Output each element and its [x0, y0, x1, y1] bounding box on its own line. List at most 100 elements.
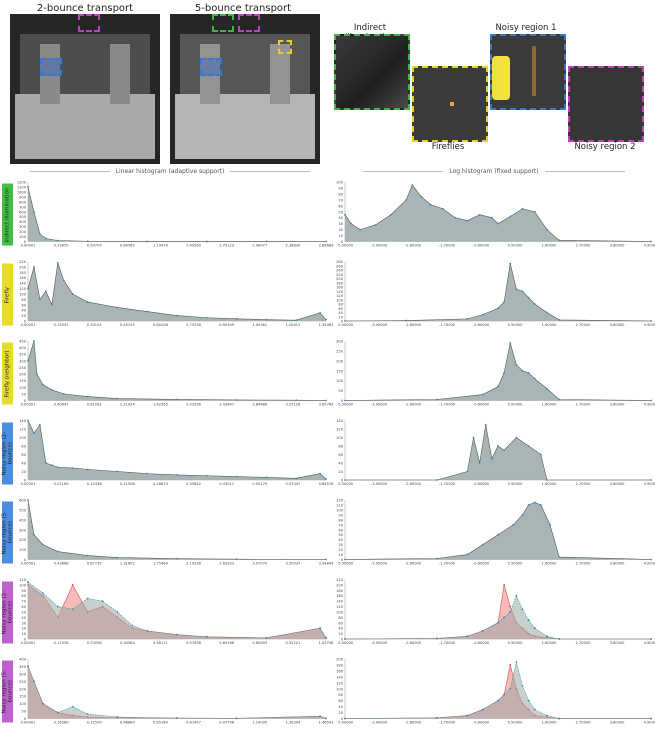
y-tick-label: 70: [21, 600, 26, 604]
y-tick-label: 80: [338, 693, 343, 697]
data-point: [56, 239, 59, 242]
y-tick-label: 20: [338, 548, 343, 552]
x-tick-label: -5.00000: [337, 244, 354, 248]
data-point: [146, 629, 149, 632]
y-tick-label: 400: [19, 346, 27, 350]
data-point: [116, 397, 119, 400]
x-tick-label: -0.60000: [473, 482, 490, 486]
data-point: [546, 228, 548, 231]
data-point: [176, 474, 178, 476]
data-point: [527, 371, 530, 374]
data-point: [503, 371, 506, 374]
data-point: [411, 184, 414, 186]
y-tick-label: 60: [338, 453, 343, 457]
data-point: [131, 624, 134, 627]
data-point: [39, 233, 41, 235]
data-point: [71, 705, 74, 708]
x-tick-label: -1.70000: [439, 641, 456, 645]
data-point: [521, 513, 524, 516]
y-tick-label: 200: [19, 230, 27, 234]
series-area: [345, 424, 651, 480]
x-tick-label: 1.60000: [542, 482, 558, 486]
data-point: [176, 633, 178, 636]
x-tick-label: -5.00000: [337, 562, 354, 566]
data-point: [295, 399, 298, 402]
data-point: [295, 477, 298, 480]
x-tick-label: 2.84488: [252, 403, 268, 407]
series-area: [345, 661, 651, 719]
x-tick-label: 0.07169: [54, 482, 70, 486]
y-tick-label: 120: [336, 605, 344, 609]
x-tick-label: 0.50000: [508, 482, 524, 486]
y-tick-label: 200: [19, 265, 27, 269]
data-point: [350, 222, 353, 225]
data-point: [116, 306, 119, 309]
y-tick-label: 300: [19, 225, 27, 229]
data-point: [533, 210, 536, 213]
x-tick-label: 0.81497: [186, 721, 201, 725]
data-point: [27, 287, 29, 290]
x-tick-label: -1.70000: [439, 562, 456, 566]
data-point: [344, 717, 346, 720]
x-tick-label: 0.75258: [186, 323, 202, 327]
data-point: [546, 387, 548, 390]
data-point: [527, 699, 530, 702]
data-point: [509, 215, 512, 218]
y-tick-label: 180: [336, 589, 344, 593]
x-tick-label: 1.20411: [285, 323, 300, 327]
y-tick-label: 80: [338, 303, 343, 307]
x-tick-label: 0.28674: [153, 482, 169, 486]
y-tick-label: 40: [21, 616, 26, 620]
series-area: [345, 263, 651, 321]
y-tick-label: 60: [21, 605, 26, 609]
x-tick-label: 0.81282: [87, 403, 102, 407]
y-tick-label: 40: [21, 462, 26, 466]
y-tick-label: 600: [19, 499, 27, 503]
data-point: [521, 684, 524, 687]
data-point: [86, 713, 89, 715]
data-point: [515, 594, 518, 597]
x-tick-label: -0.60000: [473, 641, 490, 645]
x-tick-label: -1.70000: [439, 721, 456, 725]
x-tick-label: 0.60206: [153, 323, 169, 327]
x-tick-label: -3.90000: [371, 323, 388, 327]
data-point: [509, 611, 512, 613]
data-point: [71, 608, 74, 611]
data-point: [420, 195, 423, 198]
data-point: [205, 635, 208, 638]
y-tick-label: 1200: [17, 181, 27, 185]
x-tick-label: 0.57347: [285, 482, 300, 486]
data-point: [539, 453, 542, 456]
data-point: [497, 222, 499, 225]
data-point: [344, 558, 346, 561]
x-tick-label: -5.00000: [337, 721, 354, 725]
y-tick-label: 180: [336, 281, 344, 285]
y-tick-label: 100: [336, 610, 344, 614]
y-tick-label: 350: [19, 353, 27, 357]
x-tick-label: 0.89562: [120, 244, 135, 248]
data-point: [533, 708, 536, 711]
y-tick-label: 700: [19, 205, 27, 209]
data-point: [36, 373, 38, 375]
x-tick-label: 4.90000: [644, 721, 655, 725]
y-tick-label: 200: [336, 359, 344, 363]
y-tick-label: 500: [19, 508, 27, 512]
data-point: [33, 340, 35, 342]
y-tick-label: 450: [19, 340, 27, 344]
x-tick-label: 0.00001: [21, 323, 36, 327]
data-point: [235, 475, 238, 478]
data-point: [435, 557, 438, 560]
x-tick-label: 1.30394: [285, 721, 301, 725]
x-tick-label: 0.14338: [87, 482, 103, 486]
y-tick-label: 60: [338, 307, 343, 311]
y-tick-label: 100: [336, 379, 344, 383]
y-tick-label: 110: [336, 503, 344, 507]
x-tick-label: -1.70000: [439, 244, 456, 248]
y-tick-label: 180: [19, 271, 27, 275]
x-tick-label: 2.38830: [285, 244, 301, 248]
data-point: [325, 318, 327, 321]
x-tick-label: 4.90000: [644, 641, 655, 645]
data-point: [509, 605, 512, 608]
data-point: [521, 290, 524, 293]
series-line: [27, 340, 327, 401]
